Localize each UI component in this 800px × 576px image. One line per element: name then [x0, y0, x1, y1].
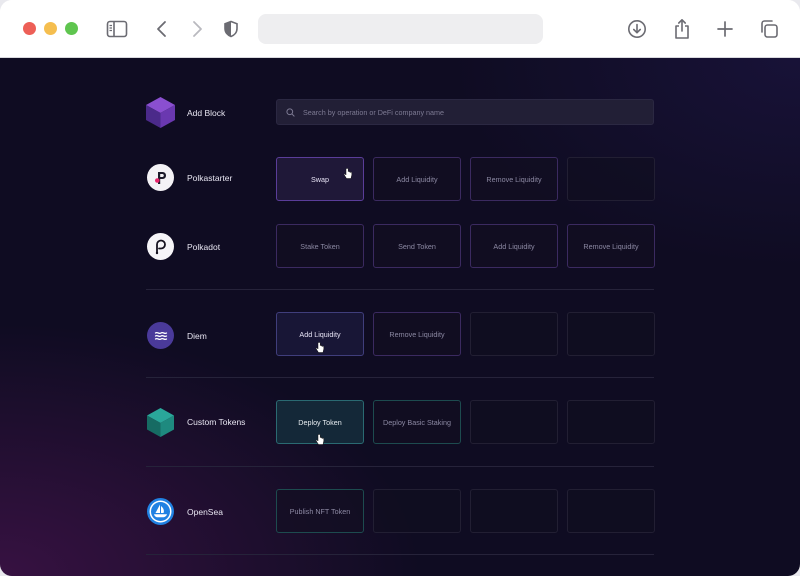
- search-icon: [286, 107, 295, 117]
- empty-slot: [567, 157, 655, 201]
- polkastarter-logo-icon: [147, 164, 174, 191]
- forward-icon[interactable]: [185, 17, 209, 41]
- add-block-label: Add Block: [187, 108, 226, 118]
- back-icon[interactable]: [150, 17, 174, 41]
- download-icon[interactable]: [625, 17, 649, 41]
- custom-tokens-cube-icon: [145, 407, 176, 438]
- minimize-window-button[interactable]: [44, 22, 57, 35]
- empty-slot: [470, 400, 558, 444]
- empty-slot: [567, 400, 655, 444]
- address-bar[interactable]: [258, 14, 543, 44]
- app-content: Add Block Search by operation or DeFi co…: [0, 58, 800, 576]
- opensea-logo-icon: [147, 498, 174, 525]
- share-icon[interactable]: [670, 17, 694, 41]
- op-polkadot-remove-liquidity[interactable]: Remove Liquidity: [567, 224, 655, 268]
- divider: [146, 554, 654, 555]
- polkadot-label: Polkadot: [187, 242, 221, 252]
- empty-slot: [470, 489, 558, 533]
- divider: [146, 466, 654, 467]
- op-polkadot-send-token[interactable]: Send Token: [373, 224, 461, 268]
- diem-label: Diem: [187, 331, 207, 341]
- polkastarter-label: Polkastarter: [187, 173, 233, 183]
- op-custom-tokens-deploy-basic-staking[interactable]: Deploy Basic Staking: [373, 400, 461, 444]
- close-window-button[interactable]: [23, 22, 36, 35]
- new-tab-icon[interactable]: [713, 17, 737, 41]
- op-opensea-publish-nft-token[interactable]: Publish NFT Token: [276, 489, 364, 533]
- custom-tokens-label: Custom Tokens: [187, 417, 246, 427]
- search-input[interactable]: Search by operation or DeFi company name: [276, 99, 654, 125]
- empty-slot: [567, 489, 655, 533]
- divider: [146, 377, 654, 378]
- tabs-icon[interactable]: [757, 17, 781, 41]
- op-polkastarter-remove-liquidity[interactable]: Remove Liquidity: [470, 157, 558, 201]
- cursor-icon: [315, 434, 325, 445]
- shield-icon[interactable]: [219, 17, 243, 41]
- empty-slot: [567, 312, 655, 356]
- op-polkastarter-add-liquidity[interactable]: Add Liquidity: [373, 157, 461, 201]
- op-polkadot-add-liquidity[interactable]: Add Liquidity: [470, 224, 558, 268]
- diem-logo-icon: [147, 322, 174, 349]
- browser-window: Add Block Search by operation or DeFi co…: [0, 0, 800, 576]
- empty-slot: [470, 312, 558, 356]
- cursor-icon: [343, 168, 353, 179]
- empty-slot: [373, 489, 461, 533]
- op-polkadot-stake-token[interactable]: Stake Token: [276, 224, 364, 268]
- polkadot-logo-icon: [147, 233, 174, 260]
- browser-toolbar: [0, 0, 800, 58]
- opensea-label: OpenSea: [187, 507, 223, 517]
- maximize-window-button[interactable]: [65, 22, 78, 35]
- divider: [146, 289, 654, 290]
- search-placeholder: Search by operation or DeFi company name: [303, 107, 445, 117]
- add-block-cube-icon: [144, 96, 177, 129]
- op-diem-remove-liquidity[interactable]: Remove Liquidity: [373, 312, 461, 356]
- cursor-icon: [315, 342, 325, 353]
- sidebar-icon[interactable]: [105, 17, 129, 41]
